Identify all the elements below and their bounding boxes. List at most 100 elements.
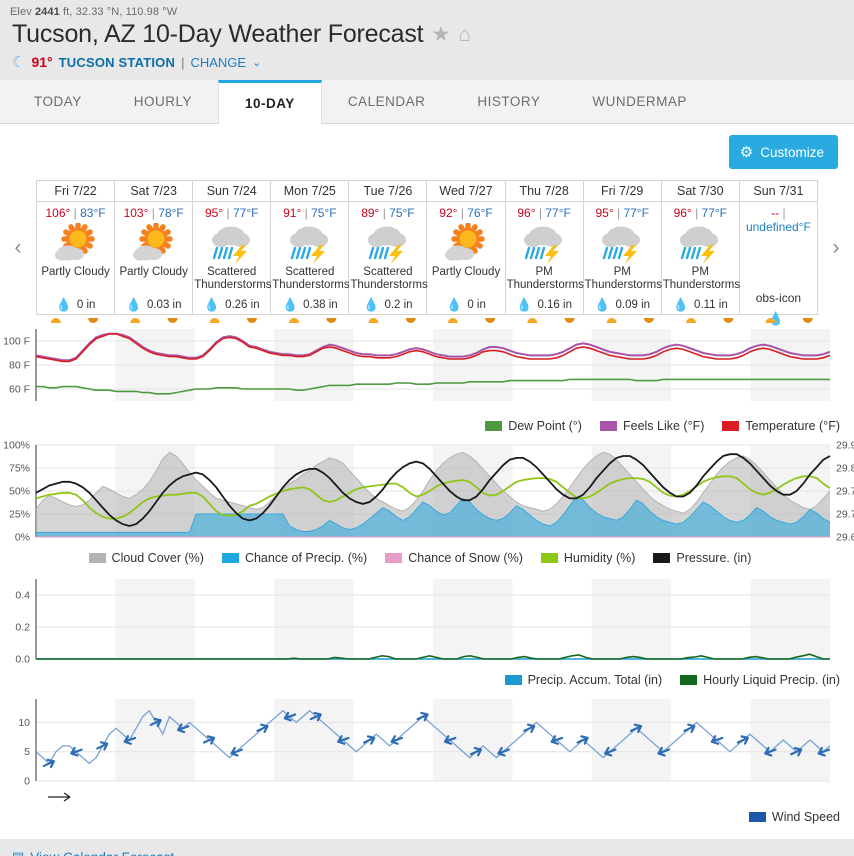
day-low-temp: 77°F — [623, 206, 649, 220]
day-name: Sun 7/31 — [739, 184, 817, 202]
day-card[interactable]: Sun 7/31 -- | undefined°F obs-icon 💧 — [739, 181, 818, 326]
day-card[interactable]: Fri 7/22 106° | 83°F Partly Cloudy 💧 0 i… — [37, 181, 116, 314]
title-row: Tucson, AZ 10-Day Weather Forecast ★ ⌂ — [0, 18, 854, 49]
day-cards-container: Fri 7/22 106° | 83°F Partly Cloudy 💧 0 i… — [36, 180, 818, 326]
legend-label-chance-snow: Chance of Snow (%) — [408, 551, 523, 565]
tab-10-day[interactable]: 10-DAY — [218, 80, 322, 124]
gear-icon: ⚙ — [739, 144, 754, 161]
tab-wundermap[interactable]: WUNDERMAP — [566, 80, 713, 124]
day-precipitation: 💧 0 in — [427, 297, 504, 313]
day-precip-amount: 0.26 in — [225, 299, 260, 311]
change-station-link[interactable]: CHANGE — [190, 55, 246, 70]
wind-chart-block: 10 5 0 Wind Speed — [0, 691, 854, 828]
day-card[interactable]: Sat 7/30 96° | 77°F PM Thunderstorms 💧 0… — [661, 181, 741, 314]
day-temperatures: 92° | 76°F — [427, 202, 504, 220]
day-temperatures: 89° | 75°F — [349, 202, 426, 220]
day-temperatures: -- | undefined°F — [740, 202, 817, 234]
day-temperatures: 106° | 83°F — [37, 202, 114, 220]
svg-text:0: 0 — [24, 776, 30, 788]
legend-label-chance-precip: Chance of Precip. (%) — [244, 551, 368, 565]
day-temperatures: 103° | 78°F — [115, 202, 192, 220]
day-card[interactable]: Tue 7/26 89° | 75°F Scattered Thundersto… — [349, 181, 428, 314]
day-high-temp: 91° — [283, 206, 302, 220]
temp-separator: | — [151, 206, 155, 220]
svg-text:50%: 50% — [9, 486, 30, 498]
calendar-icon: ▤ — [12, 849, 24, 856]
temp-separator: | — [782, 206, 786, 220]
day-condition: obs-icon — [755, 291, 802, 305]
svg-text:60 F: 60 F — [9, 384, 30, 396]
day-high-temp: 89° — [361, 206, 380, 220]
view-calendar-forecast-link[interactable]: ▤ View Calendar Forecast — [0, 839, 854, 856]
legend-item-wind-speed[interactable]: Wind Speed — [748, 810, 840, 824]
tab-calendar[interactable]: CALENDAR — [322, 80, 452, 124]
svg-text:80 F: 80 F — [9, 360, 30, 372]
legend-item-cloud-cover[interactable]: Cloud Cover (%) — [88, 551, 204, 565]
elev-value: 2441 — [34, 6, 60, 18]
day-low-temp: 75°F — [389, 206, 415, 220]
thunderstorm-icon — [662, 222, 739, 264]
forecast-panel: ⚙ Customize ‹ Fri 7/22 106° | 83°F Partl… — [0, 124, 854, 839]
temp-separator: | — [226, 206, 230, 220]
elev-rest: ft, 32.33 °N, 110.98 °W — [63, 6, 178, 18]
temp-separator: | — [382, 206, 386, 220]
next-days-button[interactable]: › — [818, 180, 854, 315]
water-drop-icon: 💧 — [446, 297, 463, 312]
customize-button[interactable]: ⚙ Customize — [728, 135, 838, 169]
legend-swatch-hourly-precip — [680, 675, 698, 685]
day-card[interactable]: Fri 7/29 95° | 77°F PM Thunderstorms 💧 0… — [583, 181, 662, 314]
day-precipitation: 💧 0 in — [37, 297, 114, 313]
page-title: Tucson, AZ 10-Day Weather Forecast — [12, 20, 424, 48]
conditions-chart[interactable]: 100% 29.94 75% 29.87 50% 29.79 25% 29.71 0% 29.64 — [0, 437, 854, 547]
chevron-down-icon[interactable]: ⌄ — [252, 56, 261, 69]
day-card[interactable]: Sun 7/24 95° | 77°F Scattered Thundersto… — [193, 181, 272, 314]
day-temperatures: 95° | 77°F — [193, 202, 270, 220]
star-icon[interactable]: ★ — [431, 24, 450, 45]
thunderstorm-icon — [506, 222, 583, 264]
day-card[interactable]: Thu 7/28 96° | 77°F PM Thunderstorms 💧 0… — [505, 181, 584, 314]
day-high-temp: 95° — [205, 206, 224, 220]
day-high-temp: 106° — [45, 206, 71, 220]
thunderstorm-icon — [193, 222, 270, 264]
day-precip-amount: 0.11 in — [694, 299, 728, 311]
day-card[interactable]: Wed 7/27 92° | 76°F Partly Cloudy 💧 0 in — [427, 181, 506, 314]
prev-days-button[interactable]: ‹ — [0, 180, 36, 315]
obs-icon-text-icon — [740, 236, 817, 278]
home-icon[interactable]: ⌂ — [458, 24, 471, 45]
legend-label-wind-speed: Wind Speed — [771, 810, 840, 824]
day-precipitation: 💧 0.03 in — [115, 297, 192, 313]
day-condition: Scattered Thunderstorms — [194, 266, 272, 291]
legend-item-hourly-precip[interactable]: Hourly Liquid Precip. (in) — [680, 673, 840, 687]
day-condition: PM Thunderstorms — [662, 266, 741, 291]
thunderstorm-icon — [349, 222, 426, 264]
legend-label-pressure: Pressure. (in) — [676, 551, 752, 565]
day-name: Sun 7/24 — [193, 184, 271, 202]
legend-item-pressure[interactable]: Pressure. (in) — [653, 551, 751, 565]
legend-item-chance-precip[interactable]: Chance of Precip. (%) — [221, 551, 368, 565]
temperature-chart[interactable]: 100 F 80 F 60 F — [0, 315, 854, 415]
tab-history[interactable]: HISTORY — [451, 80, 566, 124]
legend-swatch-precip-accum — [504, 675, 522, 685]
legend-swatch-feels-like — [599, 421, 617, 431]
day-card[interactable]: Sat 7/23 103° | 78°F Partly Cloudy 💧 0.0… — [115, 181, 194, 314]
legend-swatch-humidity — [540, 553, 558, 563]
station-name[interactable]: TUCSON STATION — [59, 55, 175, 70]
day-condition: Partly Cloudy — [431, 266, 501, 278]
precipitation-chart[interactable]: 0.4 0.2 0.0 — [0, 569, 854, 669]
legend-item-chance-snow[interactable]: Chance of Snow (%) — [385, 551, 523, 565]
temperature-chart-legend: Dew Point (°) Feels Like (°F) Temperatur… — [0, 415, 854, 437]
wind-speed-chart[interactable]: 10 5 0 — [0, 691, 854, 806]
legend-item-temperature[interactable]: Temperature (°F) — [722, 419, 840, 433]
tab-hourly[interactable]: HOURLY — [108, 80, 218, 124]
legend-item-precip-accum[interactable]: Precip. Accum. Total (in) — [504, 673, 662, 687]
station-row: ☾ 91° TUCSON STATION | CHANGE ⌄ — [0, 49, 854, 71]
current-temperature: 91° — [31, 54, 53, 70]
day-temperatures: 91° | 75°F — [271, 202, 348, 220]
legend-item-dew-point[interactable]: Dew Point (°) — [485, 419, 582, 433]
legend-item-feels-like[interactable]: Feels Like (°F) — [599, 419, 704, 433]
legend-item-humidity[interactable]: Humidity (%) — [540, 551, 635, 565]
tab-today[interactable]: TODAY — [8, 80, 108, 124]
day-name: Sat 7/23 — [115, 184, 193, 202]
day-low-temp: 83°F — [80, 206, 106, 220]
day-card[interactable]: Mon 7/25 91° | 75°F Scattered Thundersto… — [271, 181, 350, 314]
